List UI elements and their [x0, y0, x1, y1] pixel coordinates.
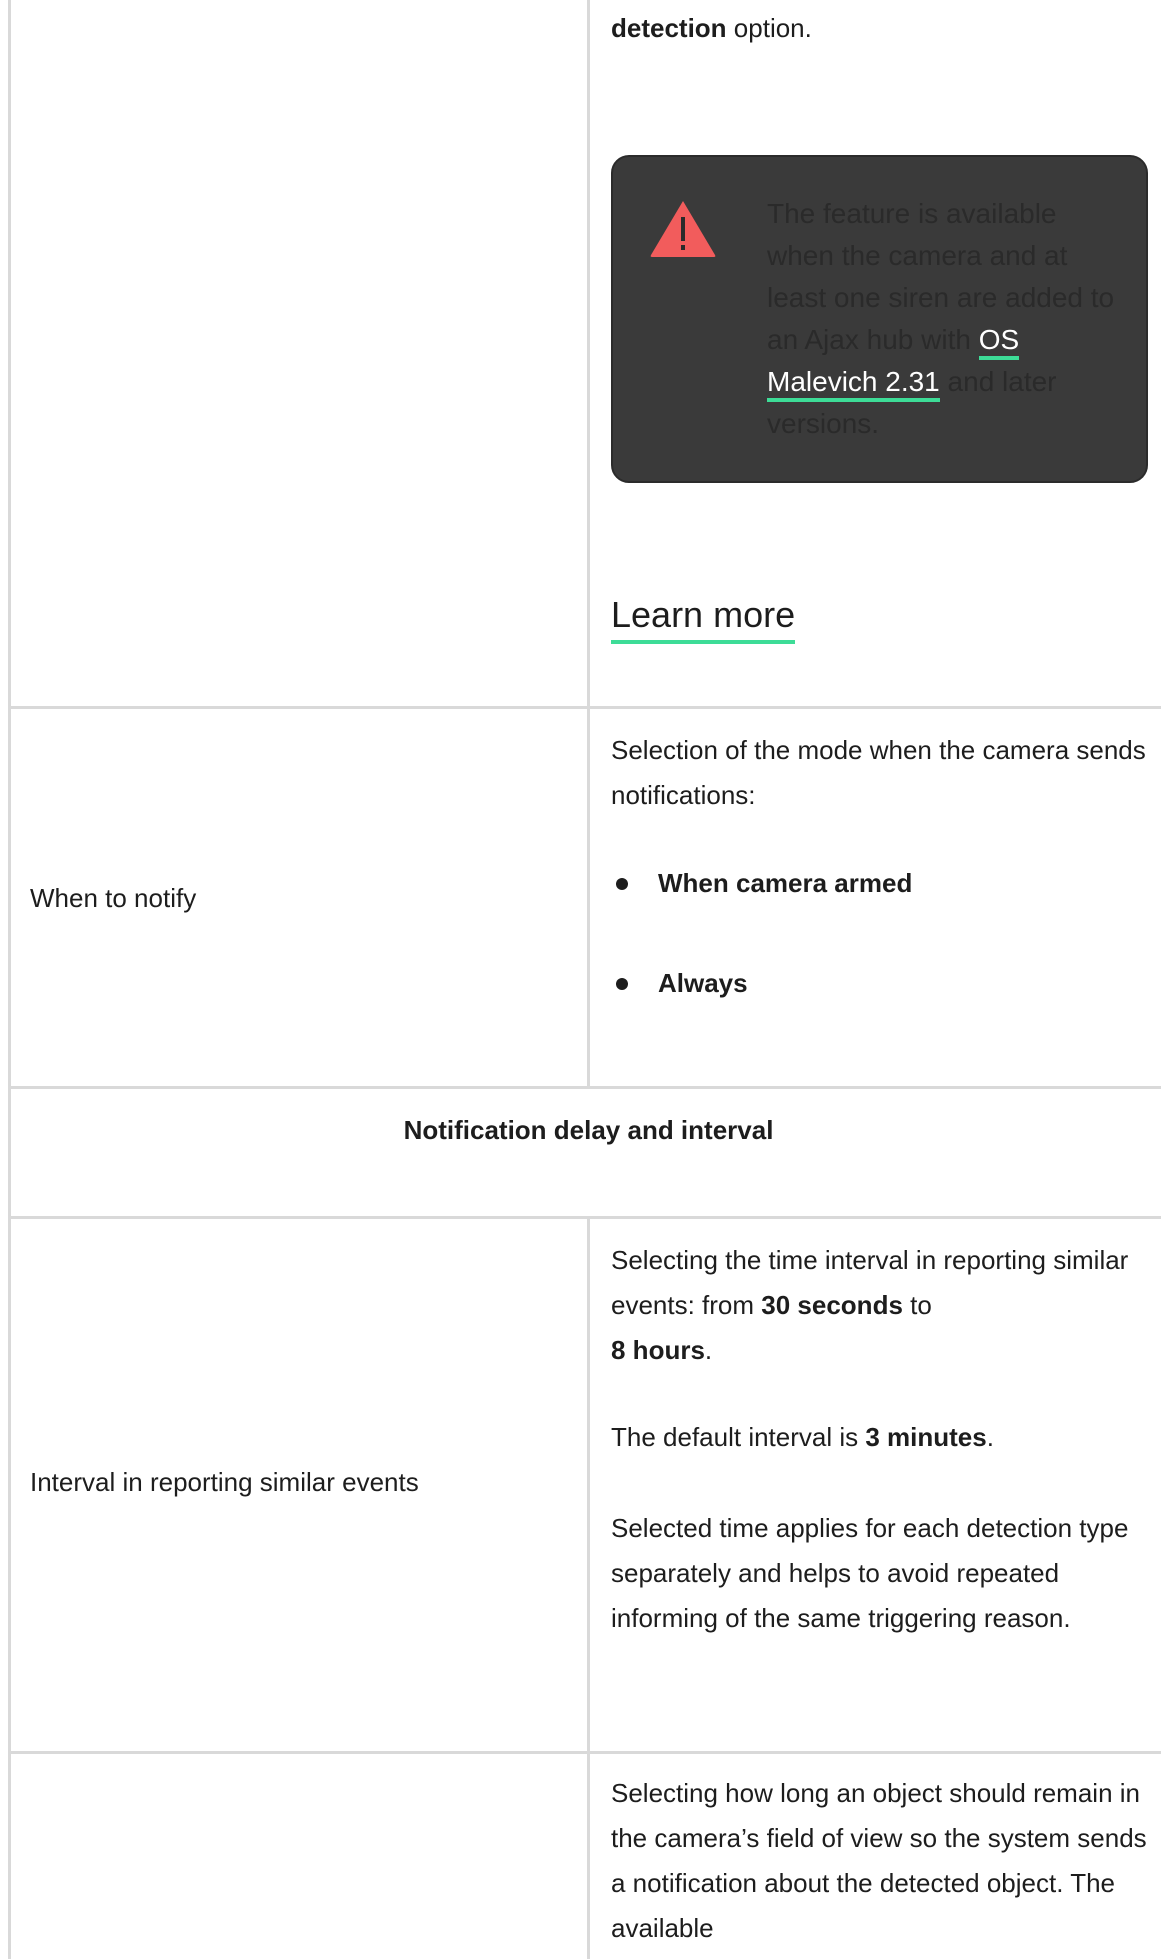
bullet-dot: [616, 878, 628, 890]
interval-description: Selecting the time interval in reporting…: [611, 1245, 1129, 1365]
row-divider: [8, 1751, 1161, 1754]
row-divider: [8, 1216, 1161, 1219]
option-always: Always: [658, 968, 748, 998]
row-divider: [8, 1086, 1161, 1089]
interval-default-text: The default interval is 3 minutes.: [611, 1422, 994, 1452]
warning-text: The feature is available when the camera…: [767, 198, 1115, 439]
column-divider: [587, 1217, 590, 1959]
duration-description: Selecting how long an object should rema…: [611, 1778, 1147, 1943]
warning-triangle-icon: [650, 201, 716, 257]
column-divider: [587, 0, 590, 707]
when-to-notify-description: Selection of the mode when the camera se…: [611, 735, 1146, 810]
option-when-camera-armed: When camera armed: [658, 868, 913, 898]
when-to-notify-label: When to notify: [30, 883, 197, 913]
column-divider: [587, 707, 590, 1087]
interval-note: Selected time applies for each detection…: [611, 1513, 1129, 1633]
bullet-dot: [616, 978, 628, 990]
learn-more-link[interactable]: Learn more: [611, 592, 796, 644]
section-title: Notification delay and interval: [403, 1115, 774, 1145]
interval-label: Interval in reporting similar events: [30, 1467, 419, 1497]
warning-callout: The feature is available when the camera…: [611, 155, 1148, 483]
detection-option-text: detection option.: [611, 13, 812, 43]
table-left-border: [8, 0, 11, 1959]
row-divider: [8, 706, 1161, 709]
